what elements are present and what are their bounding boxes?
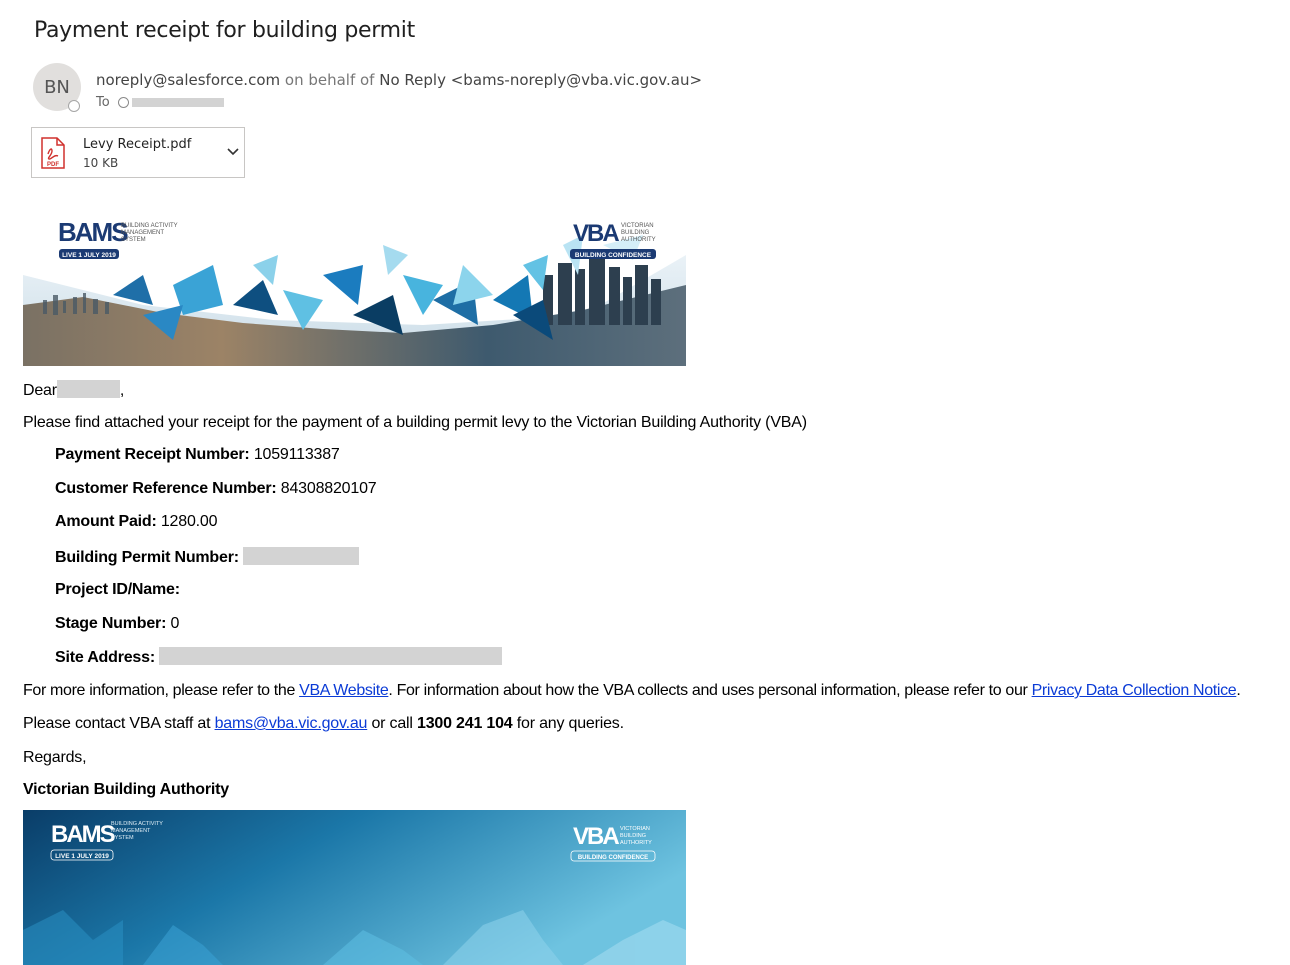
bams-tagline-2: MANAGEMENT xyxy=(121,230,164,236)
stage-row: Stage Number: 0 xyxy=(55,615,179,633)
customer-ref-value: 84308820107 xyxy=(280,480,377,497)
bams-tagline-1-bottom: BUILDING ACTIVITY xyxy=(111,821,163,827)
contact-phone: 1300 241 104 xyxy=(417,715,513,732)
info-end: . xyxy=(1236,682,1241,699)
receipt-label: Payment Receipt Number: xyxy=(55,446,250,463)
sender-address[interactable]: noreply@salesforce.com xyxy=(96,71,280,89)
vba-tagline-3: AUTHORITY xyxy=(621,237,656,243)
vba-logo: VBA VICTORIAN BUILDING AUTHORITY BUILDIN… xyxy=(570,220,656,259)
amount-value: 1280.00 xyxy=(160,513,218,530)
sender-line: noreply@salesforce.com on behalf of No R… xyxy=(96,71,702,89)
greeting-punct: , xyxy=(119,382,125,399)
bottom-banner-graphic: BAMS BUILDING ACTIVITY MANAGEMENT SYSTEM… xyxy=(23,810,686,965)
bams-logo-text: BAMS xyxy=(58,217,128,247)
info-mid: . For information about how the VBA coll… xyxy=(388,682,1028,699)
stage-value: 0 xyxy=(170,615,180,632)
on-behalf-text: on behalf of xyxy=(284,71,375,89)
vba-logo-bottom: VBA VICTORIAN BUILDING AUTHORITY BUILDIN… xyxy=(570,823,656,862)
vba-logo-text: VBA xyxy=(573,220,619,247)
bams-badge: LIVE 1 JULY 2019 xyxy=(62,252,116,259)
receipt-number-row: Payment Receipt Number: 1059113387 xyxy=(55,446,340,464)
presence-status-icon xyxy=(68,100,80,112)
bams-tagline-1: BUILDING ACTIVITY xyxy=(121,223,178,229)
privacy-notice-link[interactable]: Privacy Data Collection Notice xyxy=(1032,682,1237,699)
banner-graphic: BAMS BUILDING ACTIVITY MANAGEMENT SYSTEM… xyxy=(23,205,686,366)
vba-badge: BUILDING CONFIDENCE xyxy=(575,252,652,259)
attachment-size: 10 KB xyxy=(83,156,119,170)
greeting-line: Dear, xyxy=(23,380,124,400)
contact-end: for any queries. xyxy=(516,715,624,732)
stage-label: Stage Number: xyxy=(55,615,167,632)
bottom-banner: BAMS BUILDING ACTIVITY MANAGEMENT SYSTEM… xyxy=(23,810,686,965)
project-row: Project ID/Name: xyxy=(55,581,180,599)
permit-label: Building Permit Number: xyxy=(55,549,239,566)
bams-tagline-2-bottom: MANAGEMENT xyxy=(111,828,151,834)
site-label: Site Address: xyxy=(55,649,155,666)
vba-website-link[interactable]: VBA Website xyxy=(299,682,389,699)
bams-logo-text-bottom: BAMS xyxy=(51,821,116,848)
avatar-initials: BN xyxy=(44,76,70,98)
site-value-redacted xyxy=(159,647,503,665)
bams-tagline-3-bottom: SYSTEM xyxy=(111,835,134,841)
intro-text: Please find attached your receipt for th… xyxy=(23,414,807,431)
vba-tagline-3-bottom: AUTHORITY xyxy=(620,840,652,846)
customer-ref-label: Customer Reference Number: xyxy=(55,480,277,497)
recipient-name-redacted xyxy=(56,380,120,398)
customer-ref-row: Customer Reference Number: 84308820107 xyxy=(55,480,377,498)
recipient-line: To xyxy=(96,95,224,110)
permit-number-row: Building Permit Number: xyxy=(55,547,360,567)
contact-email-link[interactable]: bams@vba.vic.gov.au xyxy=(215,715,368,732)
contact-mid: or call xyxy=(371,715,413,732)
to-label: To xyxy=(96,95,110,110)
permit-value-redacted xyxy=(243,547,360,565)
attachment-filename: Levy Receipt.pdf xyxy=(83,137,192,152)
vba-tagline-2: BUILDING xyxy=(621,230,650,236)
vba-tagline-2-bottom: BUILDING xyxy=(620,833,646,839)
recipient-redacted[interactable] xyxy=(131,98,224,107)
sender-display-name[interactable]: No Reply <bams-noreply@vba.vic.gov.au> xyxy=(379,71,702,89)
bams-vba-banner: BAMS BUILDING ACTIVITY MANAGEMENT SYSTEM… xyxy=(23,205,686,366)
attachment-card[interactable]: PDF Levy Receipt.pdf 10 KB xyxy=(31,127,245,178)
bams-badge-bottom: LIVE 1 JULY 2019 xyxy=(55,853,109,860)
vba-badge-bottom: BUILDING CONFIDENCE xyxy=(578,855,648,861)
chevron-down-icon[interactable] xyxy=(226,146,240,158)
signature: Victorian Building Authority xyxy=(23,781,229,798)
site-address-row: Site Address: xyxy=(55,647,503,667)
amount-paid-row: Amount Paid: 1280.00 xyxy=(55,513,217,531)
vba-tagline-1-bottom: VICTORIAN xyxy=(620,826,650,832)
email-subject: Payment receipt for building permit xyxy=(34,18,415,43)
bams-tagline-3: SYSTEM xyxy=(121,237,146,243)
recipient-presence-icon xyxy=(117,97,129,108)
greeting: Dear xyxy=(23,382,57,399)
contact-line: Please contact VBA staff at bams@vba.vic… xyxy=(23,715,624,733)
pdf-icon: PDF xyxy=(41,137,65,169)
amount-label: Amount Paid: xyxy=(55,513,157,530)
receipt-value: 1059113387 xyxy=(253,446,340,463)
pdf-icon-label: PDF xyxy=(47,162,59,168)
info-pre: For more information, please refer to th… xyxy=(23,682,296,699)
project-label: Project ID/Name: xyxy=(55,581,180,598)
vba-logo-text-bottom: VBA xyxy=(573,823,619,850)
regards: Regards, xyxy=(23,749,87,766)
contact-pre: Please contact VBA staff at xyxy=(23,715,211,732)
vba-tagline-1: VICTORIAN xyxy=(621,223,654,229)
info-line: For more information, please refer to th… xyxy=(23,682,1241,700)
